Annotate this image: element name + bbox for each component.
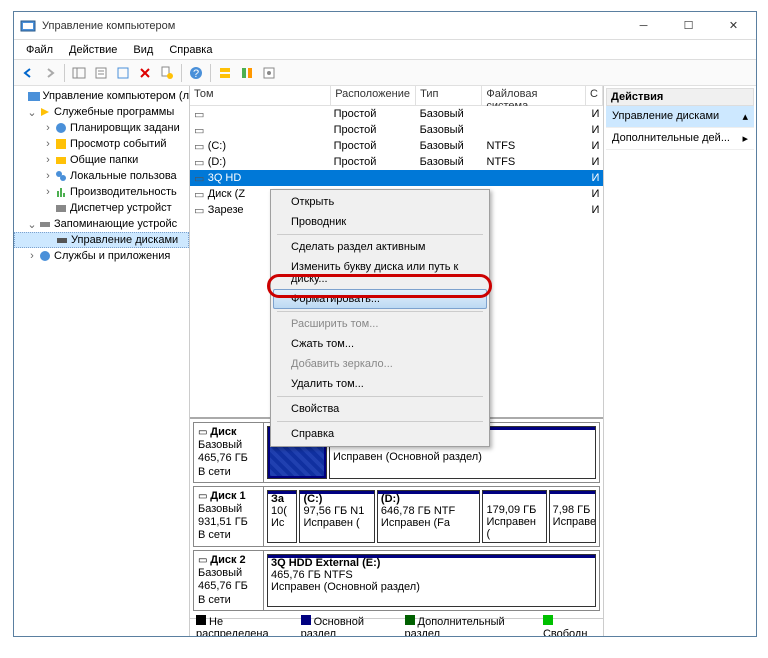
context-menu: Открыть Проводник Сделать раздел активны… (270, 189, 490, 447)
ctx-change-letter[interactable]: Изменить букву диска или путь к диску... (273, 257, 487, 289)
disk-info: ▭ Диск 1Базовый931,51 ГБВ сети (194, 487, 264, 546)
menu-view[interactable]: Вид (125, 42, 161, 58)
close-button[interactable]: ✕ (711, 12, 756, 40)
actions-disk-mgmt[interactable]: Управление дисками▴ (606, 106, 754, 128)
maximize-button[interactable]: ☐ (666, 12, 711, 40)
ctx-extend: Расширить том... (273, 314, 487, 334)
actions-pane: Действия Управление дисками▴ Дополнитель… (604, 86, 756, 636)
ctx-format[interactable]: Форматировать... (273, 289, 487, 309)
partition[interactable]: 3Q HDD External (E:)465,76 ГБ NTFSИсправ… (267, 554, 596, 607)
back-button[interactable] (18, 63, 38, 83)
menu-action[interactable]: Действие (61, 42, 125, 58)
disk-row[interactable]: ▭ Диск 2Базовый465,76 ГБВ сети 3Q HDD Ex… (193, 550, 600, 611)
show-hide-tree-icon[interactable] (69, 63, 89, 83)
tree-root[interactable]: Управление компьютером (л (14, 88, 189, 104)
actions-more[interactable]: Дополнительные дей...▸ (606, 128, 754, 150)
tree-services-group[interactable]: ⌄Служебные программы (14, 104, 189, 120)
app-icon (20, 18, 36, 34)
menu-help[interactable]: Справка (161, 42, 220, 58)
ctx-help[interactable]: Справка (273, 424, 487, 444)
tree-item[interactable]: ›Общие папки (14, 152, 189, 168)
titlebar[interactable]: Управление компьютером ─ ☐ ✕ (14, 12, 756, 40)
disk-graphical-view[interactable]: ▭ ДискБазовый465,76 ГБВ сети Исправен (О… (190, 417, 603, 618)
tree-disk-management[interactable]: Управление дисками (14, 232, 189, 248)
tree-item[interactable]: ›Локальные пользова (14, 168, 189, 184)
tree-item[interactable]: Диспетчер устройст (14, 200, 189, 216)
volume-row[interactable]: ▭ПростойБазовыйИ (190, 122, 603, 138)
tree-item[interactable]: ›Планировщик задани (14, 120, 189, 136)
disk-info: ▭ ДискБазовый465,76 ГБВ сети (194, 423, 264, 482)
minimize-button[interactable]: ─ (621, 12, 666, 40)
disk-row[interactable]: ▭ Диск 1Базовый931,51 ГБВ сети За10(Ис (… (193, 486, 600, 547)
view2-icon[interactable] (237, 63, 257, 83)
expand-icon[interactable]: ▸ (742, 132, 748, 145)
toolbar: ? (14, 60, 756, 86)
settings-icon[interactable] (259, 63, 279, 83)
help-icon[interactable]: ? (186, 63, 206, 83)
ctx-mirror: Добавить зеркало... (273, 354, 487, 374)
refresh-icon[interactable] (113, 63, 133, 83)
col-type[interactable]: Тип (416, 86, 482, 105)
partition[interactable]: 179,09 ГБИсправен ( (482, 490, 546, 543)
delete-icon[interactable] (135, 63, 155, 83)
ctx-properties[interactable]: Свойства (273, 399, 487, 419)
partition[interactable]: 7,98 ГБИсправе (549, 490, 596, 543)
window-title: Управление компьютером (42, 20, 621, 32)
properties2-icon[interactable] (157, 63, 177, 83)
tree-item[interactable]: ›Просмотр событий (14, 136, 189, 152)
ctx-open[interactable]: Открыть (273, 192, 487, 212)
volume-list-header[interactable]: Том Расположение Тип Файловая система С (190, 86, 603, 106)
partition[interactable]: За10(Ис (267, 490, 297, 543)
volume-row-selected[interactable]: ▭3Q HDИ (190, 170, 603, 186)
svg-text:?: ? (193, 68, 199, 80)
view1-icon[interactable] (215, 63, 235, 83)
navigation-tree[interactable]: Управление компьютером (л ⌄Служебные про… (14, 86, 190, 636)
ctx-make-active[interactable]: Сделать раздел активным (273, 237, 487, 257)
menubar: Файл Действие Вид Справка (14, 40, 756, 60)
collapse-icon[interactable]: ▴ (742, 110, 748, 123)
disk-info: ▭ Диск 2Базовый465,76 ГБВ сети (194, 551, 264, 610)
volume-row[interactable]: ▭(D:)ПростойБазовыйNTFSИ (190, 154, 603, 170)
partition[interactable]: (D:)646,78 ГБ NTFИсправен (Fa (377, 490, 481, 543)
forward-button[interactable] (40, 63, 60, 83)
col-fs[interactable]: Файловая система (482, 86, 586, 105)
menu-file[interactable]: Файл (18, 42, 61, 58)
col-status[interactable]: С (586, 86, 603, 105)
col-layout[interactable]: Расположение (331, 86, 416, 105)
ctx-shrink[interactable]: Сжать том... (273, 334, 487, 354)
properties-icon[interactable] (91, 63, 111, 83)
tree-storage-group[interactable]: ⌄Запоминающие устройс (14, 216, 189, 232)
ctx-delete[interactable]: Удалить том... (273, 374, 487, 394)
volume-row[interactable]: ▭ПростойБазовыйИ (190, 106, 603, 122)
tree-item[interactable]: ›Производительность (14, 184, 189, 200)
col-volume[interactable]: Том (190, 86, 331, 105)
ctx-explorer[interactable]: Проводник (273, 212, 487, 232)
volume-row[interactable]: ▭(C:)ПростойБазовыйNTFSИ (190, 138, 603, 154)
partition[interactable]: (C:)97,56 ГБ N1Исправен ( (299, 490, 374, 543)
legend: Не распределена Основной раздел Дополнит… (190, 618, 603, 636)
actions-header: Действия (606, 88, 754, 106)
tree-services-apps[interactable]: ›Службы и приложения (14, 248, 189, 264)
